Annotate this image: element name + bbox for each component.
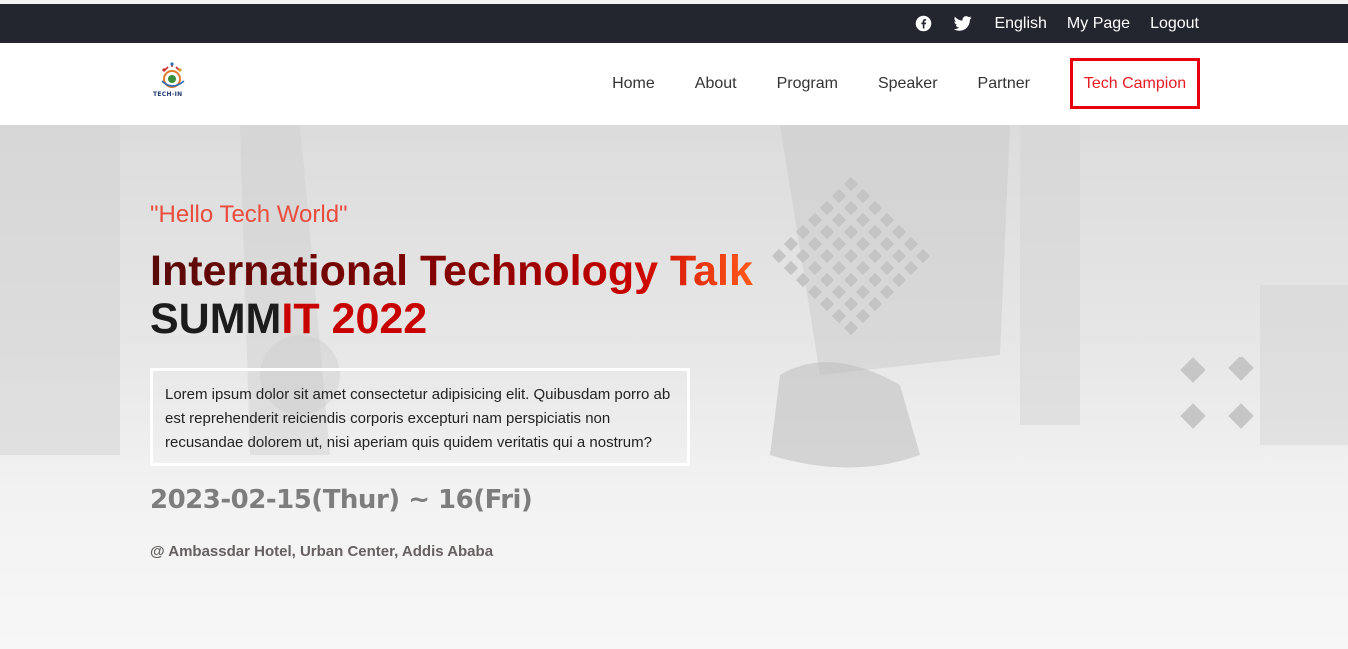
nav-home[interactable]: Home (612, 75, 655, 93)
logo-text: TECH-IN (153, 91, 183, 98)
facebook-icon[interactable] (914, 15, 932, 33)
utility-bar: English My Page Logout (0, 4, 1348, 43)
nav-speaker[interactable]: Speaker (878, 75, 938, 93)
cross-decoration (1180, 357, 1254, 429)
hero-title: International Technology Talk SUMMIT 202… (150, 247, 753, 343)
tech-campion-button[interactable]: Tech Campion (1070, 58, 1200, 109)
hero-title-line2-part2: IT 2022 (281, 295, 428, 343)
nav-partner[interactable]: Partner (978, 75, 1030, 93)
main-navbar: TECH-IN Home About Program Speaker Partn… (0, 43, 1348, 125)
language-link[interactable]: English (994, 15, 1046, 33)
hero-title-line2: SUMMIT 2022 (150, 295, 753, 343)
event-date: 2023-02-15(Thur) ~ 16(Fri) (150, 485, 533, 515)
hero-title-line1: International Technology Talk (150, 247, 753, 295)
site-logo[interactable]: TECH-IN (150, 61, 202, 103)
twitter-icon[interactable] (954, 15, 973, 33)
hero-tagline: "Hello Tech World" (150, 201, 348, 228)
hero-section: "Hello Tech World" International Technol… (0, 125, 1348, 649)
logo-mark-icon (161, 62, 185, 88)
main-nav: Home About Program Speaker Partner Tech … (612, 58, 1200, 109)
hero-description: Lorem ipsum dolor sit amet consectetur a… (150, 368, 690, 466)
logout-link[interactable]: Logout (1150, 15, 1199, 33)
nav-program[interactable]: Program (777, 75, 838, 93)
diamond-dots-decoration (771, 177, 931, 336)
utility-links: English My Page Logout (914, 4, 1199, 43)
event-venue: @ Ambassdar Hotel, Urban Center, Addis A… (150, 543, 494, 560)
nav-about[interactable]: About (695, 75, 737, 93)
hero-title-line2-part1: SUMM (150, 295, 282, 343)
my-page-link[interactable]: My Page (1067, 15, 1130, 33)
